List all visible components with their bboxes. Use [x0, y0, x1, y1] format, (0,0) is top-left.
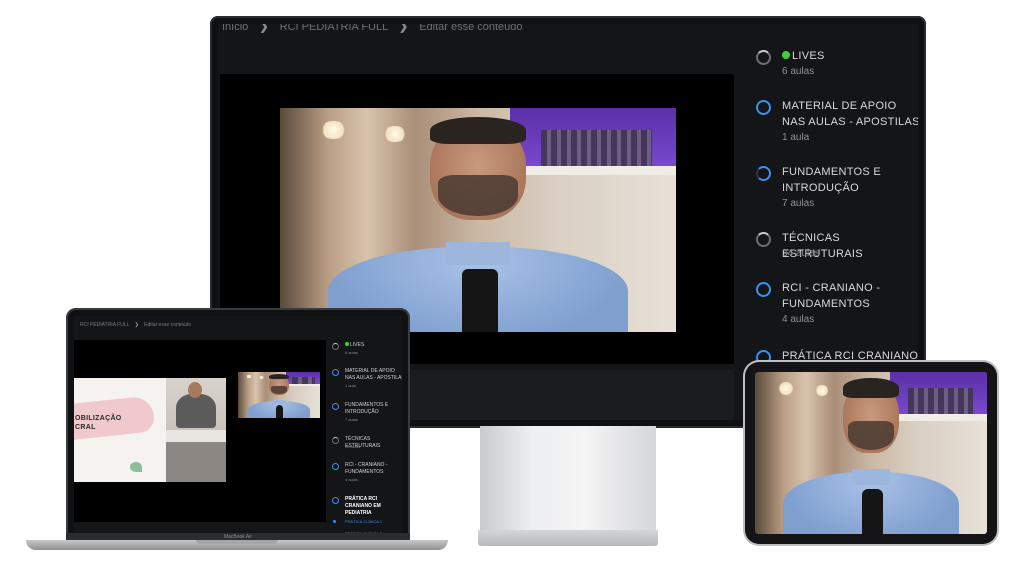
- breadcrumb-course[interactable]: RCI PEDIATRIA FULL: [280, 24, 388, 33]
- microphone: [861, 488, 883, 534]
- slide-thumbnail: OBILIZAÇÃO CRAL: [74, 378, 166, 482]
- progress-ring-icon: [332, 343, 339, 350]
- tablet: [745, 362, 997, 544]
- module-title: RCI - CRANIANO - FUNDAMENTOS: [345, 462, 388, 475]
- laptop-screen: RCI PEDIATRIA FULL ❯ Editar esse conteúd…: [74, 316, 402, 536]
- progress-ring-icon: [756, 282, 771, 297]
- tablet-video-player[interactable]: [755, 372, 987, 534]
- video-frame[interactable]: [280, 108, 676, 332]
- active-lesson-dot-icon: [333, 520, 336, 523]
- progress-ring-icon: [756, 166, 771, 181]
- module-title: LIVES: [350, 342, 365, 348]
- leaf-icon: [130, 462, 142, 472]
- progress-ring-icon: [756, 232, 771, 247]
- module-title: MATERIAL DE APOIO NAS AULAS - APOSTILAS: [345, 368, 402, 381]
- breadcrumb-chevron-icon: ❯: [259, 24, 269, 33]
- slide-text: CRAL: [75, 424, 96, 431]
- module-count: 6 aulas: [782, 66, 815, 77]
- progress-ring-icon: [332, 463, 339, 470]
- breadcrumb: Início ❯ RCI PEDIATRIA FULL ❯ Editar ess…: [222, 24, 523, 33]
- monitor-stand-base: [478, 530, 658, 546]
- monitor-stand: [480, 426, 656, 534]
- instructor-video: [755, 372, 987, 534]
- clinic-photo: [166, 378, 226, 482]
- breadcrumb-chevron-icon: ❯: [398, 24, 409, 33]
- module-count: 34 aulas: [345, 444, 361, 449]
- instructor-video: [238, 372, 320, 418]
- module-count: 4 aulas: [345, 477, 358, 482]
- module-title: MATERIAL DE APOIO NAS AULAS - APOSTILAS: [782, 100, 918, 128]
- live-dot-icon: [782, 51, 790, 59]
- module-count: 7 aulas: [345, 417, 358, 422]
- breadcrumb-edit[interactable]: Editar esse conteúdo: [144, 322, 191, 328]
- microphone: [462, 269, 498, 332]
- progress-ring-icon: [332, 437, 339, 444]
- laptop-notch: [196, 540, 278, 544]
- module-count: 34 aulas: [782, 248, 820, 259]
- progress-ring-icon: [756, 50, 771, 65]
- module-count: 7 aulas: [782, 198, 815, 209]
- progress-ring-icon: [332, 369, 339, 376]
- breadcrumb: RCI PEDIATRIA FULL ❯ Editar esse conteúd…: [80, 322, 191, 328]
- module-title: FUNDAMENTOS E INTRODUÇÃO: [782, 166, 882, 194]
- module-title: PRÁTICA RCI CRANIANO EM PEDIATRIA: [345, 496, 381, 516]
- lesson-title: PRÁTICA CLÍNICA 1: [345, 519, 383, 524]
- module-sidebar: LIVES 6 aulas MATERIAL DE APOIO NAS AULA…: [332, 336, 402, 536]
- breadcrumb-chevron-icon: ❯: [134, 322, 139, 328]
- breadcrumb-edit[interactable]: Editar esse conteúdo: [419, 24, 522, 33]
- breadcrumb-course[interactable]: RCI PEDIATRIA FULL: [80, 322, 129, 328]
- progress-ring-icon: [332, 497, 339, 504]
- live-dot-icon: [345, 342, 349, 346]
- module-sidebar: LIVES 6 aulas MATERIAL DE APOIO NAS AULA…: [756, 24, 918, 420]
- module-title: LIVES: [792, 50, 825, 62]
- module-count: 1 aula: [782, 132, 810, 143]
- module-title: RCI - CRANIANO - FUNDAMENTOS: [782, 282, 881, 310]
- breadcrumb-home[interactable]: Início: [222, 24, 248, 33]
- laptop: RCI PEDIATRIA FULL ❯ Editar esse conteúd…: [66, 308, 410, 540]
- video-player[interactable]: OBILIZAÇÃO CRAL: [74, 340, 326, 522]
- module-count: 4 aulas: [782, 314, 815, 325]
- module-count: 1 aula: [345, 383, 356, 388]
- progress-ring-icon: [332, 403, 339, 410]
- module-count: 6 aulas: [345, 350, 358, 355]
- slide-text: OBILIZAÇÃO: [75, 415, 122, 422]
- module-title: FUNDAMENTOS E INTRODUÇÃO: [345, 402, 389, 415]
- instructor-video: [280, 108, 676, 332]
- progress-ring-icon: [756, 100, 771, 115]
